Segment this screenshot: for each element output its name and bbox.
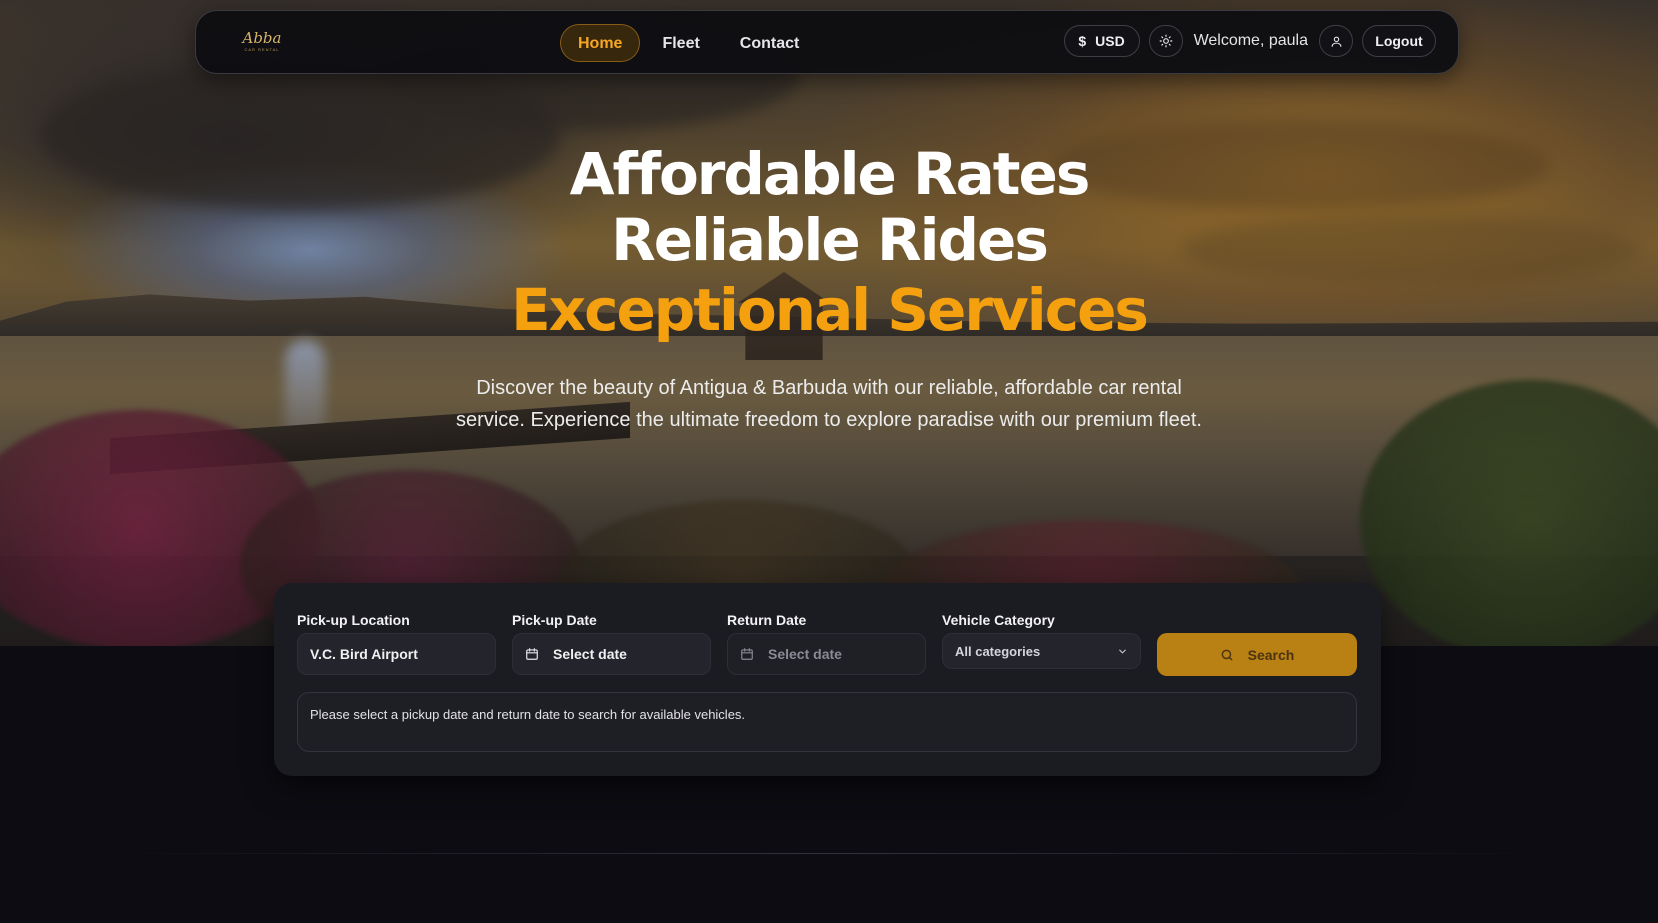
vehicle-category-label: Vehicle Category xyxy=(942,612,1055,628)
search-icon xyxy=(1221,649,1233,660)
search-button-label: Search xyxy=(1247,646,1295,663)
dollar-icon: $ xyxy=(1078,33,1087,49)
pickup-location-input[interactable]: V.C. Bird Airport xyxy=(297,633,496,675)
currency-selector-button[interactable]: $ USD xyxy=(1063,25,1140,57)
search-button[interactable]: Search xyxy=(1157,633,1357,676)
welcome-text: Welcome, paula xyxy=(1193,32,1308,49)
vehicle-category-select[interactable]: All categories xyxy=(942,633,1141,669)
search-notice: Please select a pickup date and return d… xyxy=(297,692,1357,752)
chevron-down-icon xyxy=(1119,649,1126,654)
vehicle-category-value: All categories xyxy=(955,643,1041,659)
top-navbar: Abba CAR RENTAL Home Fleet Contact $ USD… xyxy=(195,10,1459,74)
currency-label: USD xyxy=(1095,33,1125,49)
section-divider xyxy=(100,853,1558,854)
pickup-location-value: V.C. Bird Airport xyxy=(310,646,418,662)
theme-toggle-button[interactable] xyxy=(1148,25,1183,57)
pickup-date-picker[interactable]: Select date xyxy=(512,633,711,675)
calendar-icon xyxy=(526,648,538,660)
brand-logo[interactable]: Abba CAR RENTAL xyxy=(241,31,283,55)
search-panel: Pick-up Location V.C. Bird Airport Pick-… xyxy=(274,583,1381,776)
hero-title-line-3: Exceptional Services xyxy=(511,276,1149,344)
pickup-date-placeholder: Select date xyxy=(553,646,627,662)
nav-link-home[interactable]: Home xyxy=(560,24,641,62)
hero-title-line-2: Reliable Rides xyxy=(611,206,1049,274)
account-button[interactable] xyxy=(1319,25,1353,57)
return-date-label: Return Date xyxy=(727,612,807,628)
nav-actions: $ USD Welcome, paula Logout xyxy=(1063,25,1436,57)
hero-title-line-1: Affordable Rates xyxy=(569,140,1091,208)
hero-subtitle: Discover the beauty of Antigua & Barbuda… xyxy=(456,377,1202,431)
nav-link-fleet[interactable]: Fleet xyxy=(644,24,717,62)
pickup-date-label: Pick-up Date xyxy=(512,612,597,628)
pickup-location-label: Pick-up Location xyxy=(297,612,410,628)
nav-link-contact[interactable]: Contact xyxy=(722,24,818,62)
sun-icon xyxy=(1159,34,1172,48)
user-icon xyxy=(1331,36,1341,47)
logout-button[interactable]: Logout xyxy=(1362,25,1436,57)
return-date-picker[interactable]: Select date xyxy=(727,633,926,675)
return-date-placeholder: Select date xyxy=(768,646,842,662)
calendar-icon xyxy=(741,648,753,660)
main-nav: Home Fleet Contact xyxy=(560,24,817,62)
